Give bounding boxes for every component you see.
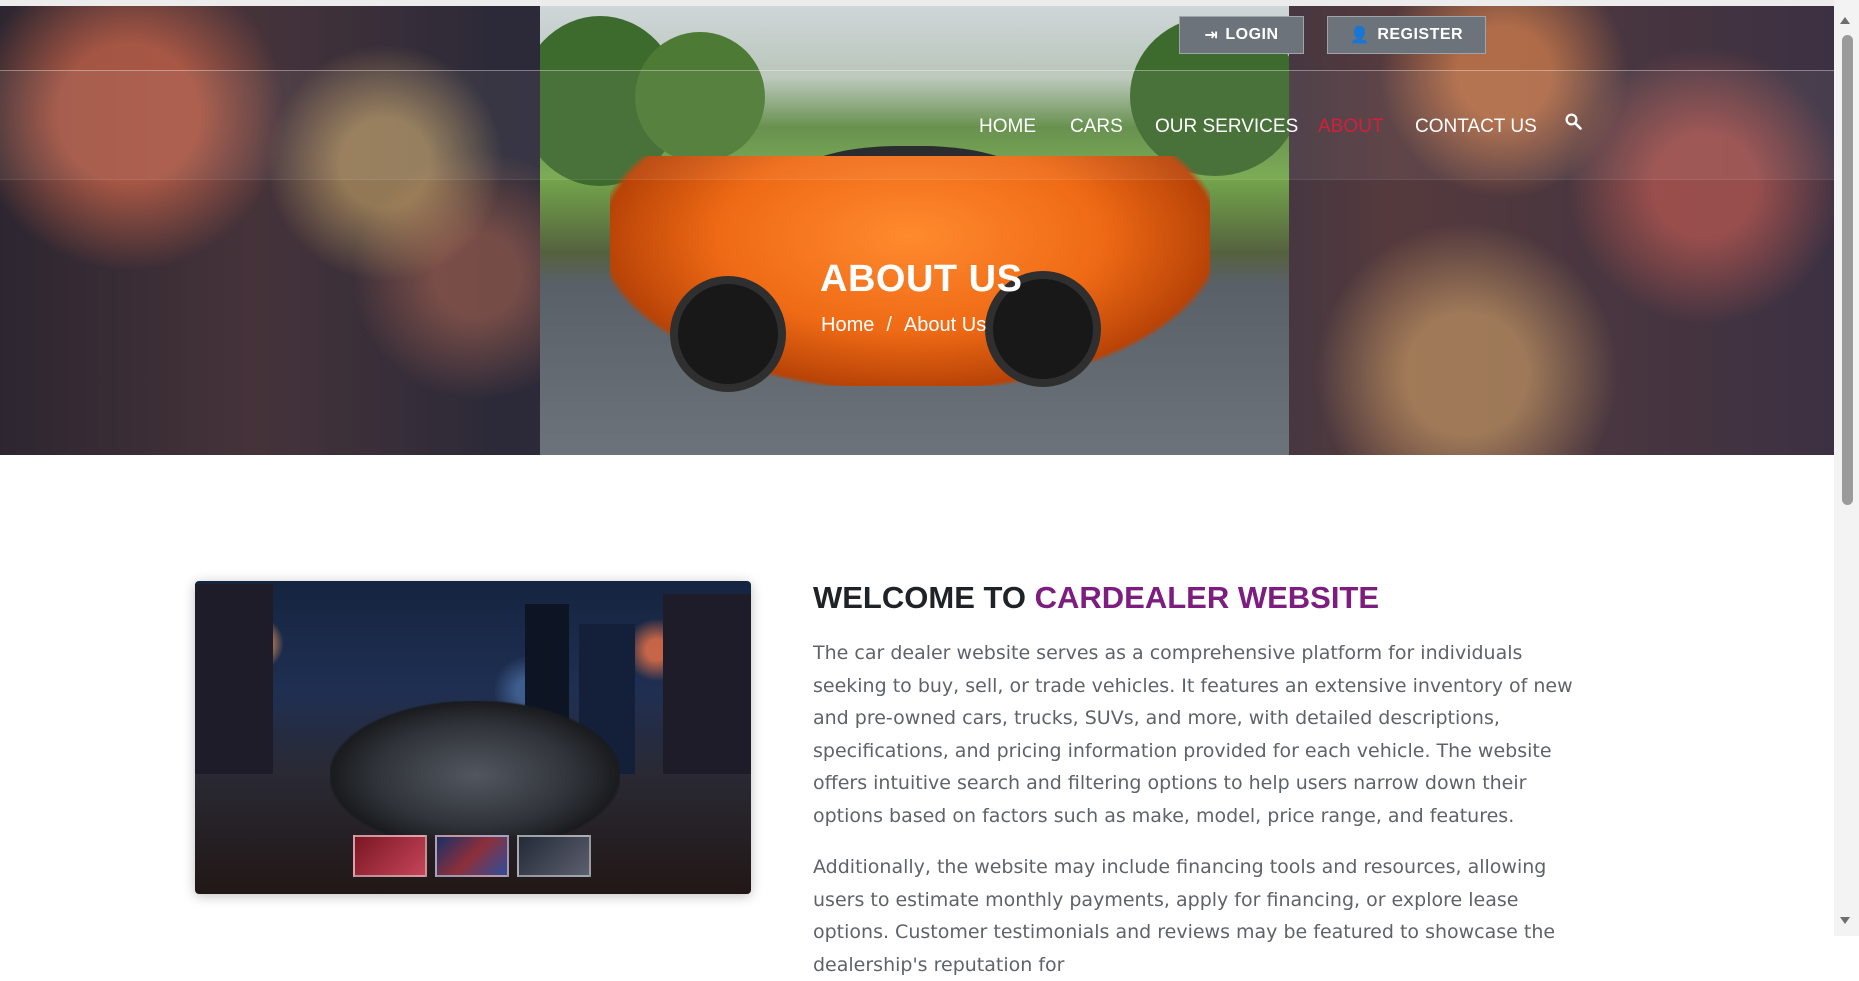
login-icon: ⇥	[1204, 27, 1219, 44]
nav-about[interactable]: ABOUT	[1318, 116, 1383, 138]
about-image-slider	[195, 581, 751, 894]
page-title: ABOUT US	[820, 258, 1023, 300]
register-user-icon: 👤	[1349, 27, 1371, 44]
breadcrumb-separator: /	[886, 314, 892, 336]
nav-home[interactable]: HOME	[979, 116, 1036, 138]
slider-thumbnail[interactable]	[435, 835, 509, 877]
register-label: REGISTER	[1377, 26, 1464, 43]
building-silhouette	[195, 584, 273, 774]
breadcrumb: Home / About Us	[821, 314, 986, 337]
scroll-up-arrow-icon[interactable]	[1840, 17, 1850, 24]
register-button[interactable]: 👤 REGISTER	[1327, 16, 1486, 54]
car-wheel	[670, 276, 786, 392]
slider-thumbnail[interactable]	[517, 835, 591, 877]
hero-banner: ⇥ LOGIN 👤 REGISTER HOME CARS OUR SERVICE…	[0, 6, 1834, 455]
building-silhouette	[663, 594, 751, 774]
scroll-down-arrow-icon[interactable]	[1840, 917, 1850, 924]
login-button[interactable]: ⇥ LOGIN	[1179, 16, 1304, 54]
about-paragraph-2: Additionally, the website may include fi…	[813, 856, 1556, 976]
heading-prefix: WELCOME TO	[813, 580, 1035, 615]
scrollbar-thumb[interactable]	[1842, 35, 1853, 505]
breadcrumb-current: About Us	[903, 314, 987, 336]
night-sports-car	[330, 701, 620, 836]
nav-our-services[interactable]: OUR SERVICES	[1155, 116, 1298, 138]
search-icon[interactable]	[1564, 112, 1582, 130]
heading-accent: CARDEALER WEBSITE	[1034, 580, 1380, 615]
about-paragraph-1: The car dealer website serves as a compr…	[813, 642, 1573, 827]
nav-header-band	[0, 70, 1834, 180]
login-label: LOGIN	[1225, 26, 1279, 43]
breadcrumb-home-link[interactable]: Home	[821, 314, 874, 337]
vertical-scrollbar[interactable]	[1834, 0, 1859, 936]
nav-cars[interactable]: CARS	[1070, 116, 1123, 138]
welcome-heading: WELCOME TO CARDEALER WEBSITE	[813, 580, 1379, 616]
slider-thumbnail[interactable]	[353, 835, 427, 877]
nav-contact-us[interactable]: CONTACT US	[1415, 116, 1537, 138]
